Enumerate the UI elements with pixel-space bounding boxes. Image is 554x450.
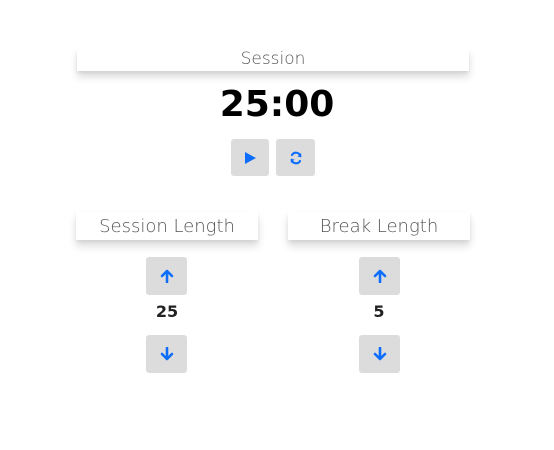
start-stop-button[interactable] <box>231 139 269 176</box>
session-increment-button[interactable] <box>146 257 187 295</box>
break-decrement-button[interactable] <box>359 335 400 373</box>
refresh-icon <box>289 151 303 165</box>
break-length-label: Break Length <box>288 212 470 240</box>
reset-button[interactable] <box>276 139 315 176</box>
session-length-label: Session Length <box>76 212 258 240</box>
arrow-up-icon <box>373 269 387 283</box>
arrow-down-icon <box>160 347 174 361</box>
play-icon <box>243 151 257 165</box>
break-increment-button[interactable] <box>359 257 400 295</box>
arrow-up-icon <box>160 269 174 283</box>
time-left-display: 25:00 <box>219 84 335 125</box>
break-length-value: 5 <box>373 302 385 321</box>
session-label: Session <box>77 48 469 71</box>
pomodoro-clock: Session 25:00 Session Length Break Lengt… <box>0 0 554 450</box>
arrow-down-icon <box>373 347 387 361</box>
session-length-value: 25 <box>155 302 179 321</box>
session-decrement-button[interactable] <box>146 335 187 373</box>
